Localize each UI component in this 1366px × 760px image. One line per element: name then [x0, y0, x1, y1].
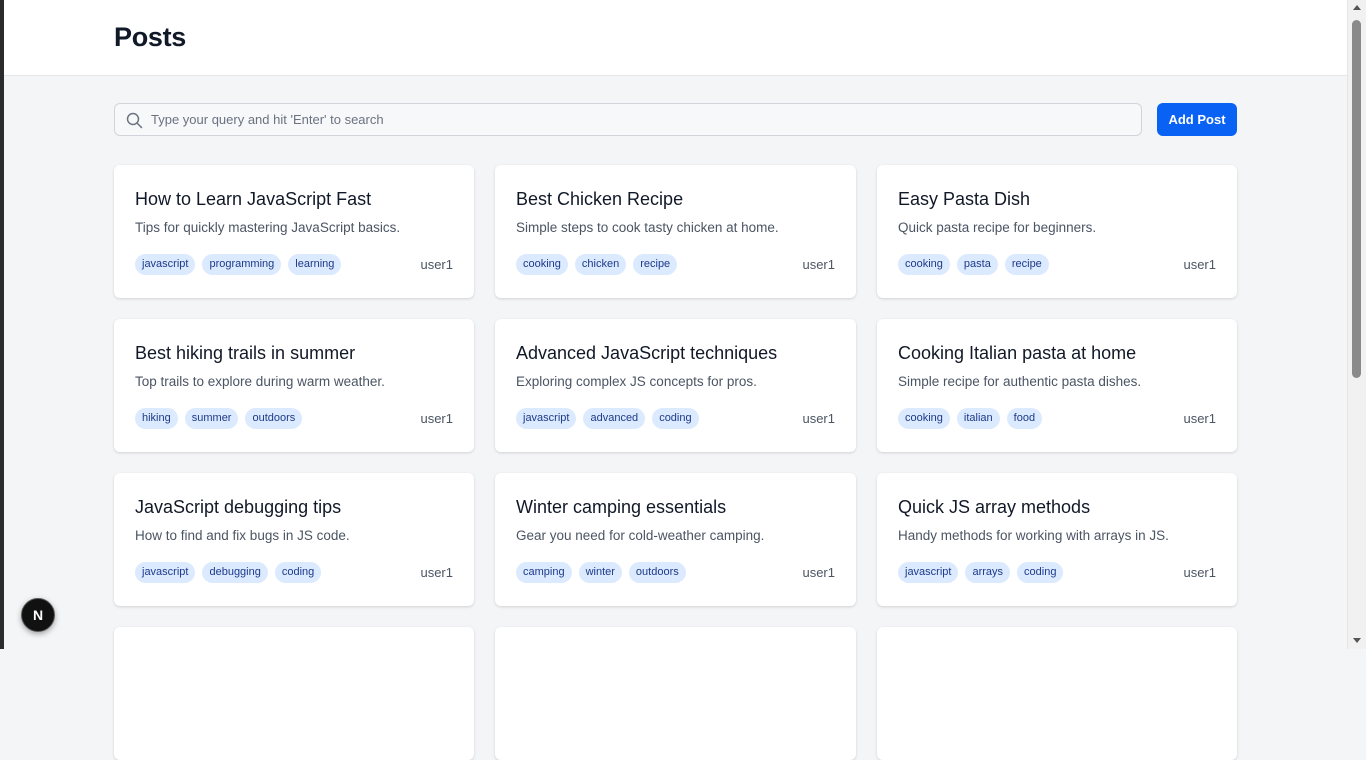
post-card[interactable]: JavaScript debugging tips How to find and… — [114, 473, 474, 606]
tag-chip[interactable]: chicken — [574, 254, 627, 275]
tag-chip[interactable]: javascript — [898, 562, 959, 583]
tag-chip[interactable]: outdoors — [245, 408, 303, 429]
tag-chip[interactable]: debugging — [202, 562, 268, 583]
tag-chip[interactable]: food — [1006, 408, 1043, 429]
tag-chip[interactable]: cooking — [898, 254, 950, 275]
tag-chip[interactable]: outdoors — [628, 562, 686, 583]
post-description: Handy methods for working with arrays in… — [898, 528, 1169, 543]
tag-chip[interactable]: javascript — [135, 254, 196, 275]
tag-chip[interactable]: cooking — [898, 408, 950, 429]
post-title[interactable]: Advanced JavaScript techniques — [516, 341, 835, 365]
post-author: user1 — [420, 565, 453, 580]
tag-chip[interactable]: coding — [274, 562, 322, 583]
tag-chip[interactable]: advanced — [583, 408, 646, 429]
post-card[interactable]: Advanced JavaScript techniques Exploring … — [495, 319, 856, 452]
post-description: Top trails to explore during warm weathe… — [135, 374, 385, 389]
post-author: user1 — [1183, 257, 1216, 272]
tag-list: hiking summer outdoors — [135, 408, 303, 429]
tag-chip[interactable]: coding — [1017, 562, 1064, 583]
post-title[interactable]: Best hiking trails in summer — [135, 341, 453, 365]
tag-chip[interactable]: pasta — [956, 254, 998, 275]
post-footer: hiking summer outdoors user1 — [135, 408, 453, 429]
post-card[interactable]: How to Learn JavaScript Fast Tips for qui… — [114, 165, 474, 298]
post-card[interactable]: Best Chicken Recipe Simple steps to cook … — [495, 165, 856, 298]
post-card[interactable] — [495, 627, 856, 760]
vertical-scrollbar[interactable] — [1347, 0, 1366, 649]
post-footer: camping winter outdoors user1 — [516, 562, 835, 583]
tag-chip[interactable]: summer — [184, 408, 239, 429]
post-footer: cooking chicken recipe user1 — [516, 254, 835, 275]
tag-list: cooking italian food — [898, 408, 1043, 429]
post-description: How to find and fix bugs in JS code. — [135, 528, 350, 543]
tag-list: javascript advanced coding — [516, 408, 699, 429]
post-card[interactable]: Easy Pasta Dish Quick pasta recipe for be… — [877, 165, 1237, 298]
post-card[interactable]: Winter camping essentials Gear you need f… — [495, 473, 856, 606]
tag-chip[interactable]: javascript — [135, 562, 196, 583]
post-footer: javascript programming learning user1 — [135, 254, 453, 275]
page-title: Posts — [114, 22, 187, 52]
tag-chip[interactable]: javascript — [516, 408, 577, 429]
post-title[interactable]: JavaScript debugging tips — [135, 495, 453, 519]
post-title[interactable]: Quick JS array methods — [898, 495, 1216, 519]
post-card[interactable] — [877, 627, 1237, 760]
post-author: user1 — [802, 565, 835, 580]
post-card[interactable]: Best hiking trails in summer Top trails t… — [114, 319, 474, 452]
post-title[interactable]: How to Learn JavaScript Fast — [135, 187, 453, 211]
add-post-button[interactable]: Add Post — [1157, 103, 1237, 136]
tag-chip[interactable]: recipe — [1004, 254, 1049, 275]
page-header: Posts — [4, 0, 1347, 76]
post-author: user1 — [1183, 565, 1216, 580]
search-box[interactable] — [114, 103, 1142, 136]
post-description: Tips for quickly mastering JavaScript ba… — [135, 220, 401, 235]
post-card[interactable] — [114, 627, 474, 760]
tag-chip[interactable]: camping — [516, 562, 572, 583]
post-description: Simple recipe for authentic pasta dishes… — [898, 374, 1142, 389]
scroll-down-arrow-icon[interactable] — [1353, 638, 1361, 643]
nextjs-dev-tools-button[interactable]: N — [21, 598, 55, 632]
post-card[interactable]: Cooking Italian pasta at home Simple reci… — [877, 319, 1237, 452]
post-description: Quick pasta recipe for beginners. — [898, 220, 1097, 235]
post-title[interactable]: Winter camping essentials — [516, 495, 835, 519]
post-footer: javascript arrays coding user1 — [898, 562, 1216, 583]
post-author: user1 — [802, 411, 835, 426]
search-input[interactable] — [151, 104, 1131, 135]
tag-list: cooking pasta recipe — [898, 254, 1049, 275]
post-title[interactable]: Cooking Italian pasta at home — [898, 341, 1216, 365]
tag-chip[interactable]: italian — [956, 408, 1000, 429]
scrollbar-thumb[interactable] — [1352, 20, 1361, 378]
tag-list: cooking chicken recipe — [516, 254, 678, 275]
post-footer: javascript advanced coding user1 — [516, 408, 835, 429]
tag-list: camping winter outdoors — [516, 562, 686, 583]
nextjs-logo-icon: N — [32, 607, 44, 623]
tag-chip[interactable]: programming — [202, 254, 282, 275]
post-title[interactable]: Best Chicken Recipe — [516, 187, 835, 211]
tag-chip[interactable]: cooking — [516, 254, 568, 275]
tag-chip[interactable]: arrays — [965, 562, 1011, 583]
post-footer: cooking italian food user1 — [898, 408, 1216, 429]
post-description: Exploring complex JS concepts for pros. — [516, 374, 757, 389]
tag-list: javascript arrays coding — [898, 562, 1064, 583]
tag-chip[interactable]: learning — [288, 254, 342, 275]
post-author: user1 — [1183, 411, 1216, 426]
tag-chip[interactable]: hiking — [135, 408, 178, 429]
search-icon — [126, 112, 143, 129]
tag-chip[interactable]: winter — [578, 562, 622, 583]
post-card[interactable]: Quick JS array methods Handy methods for … — [877, 473, 1237, 606]
toolbar: Add Post — [114, 103, 1237, 136]
post-footer: cooking pasta recipe user1 — [898, 254, 1216, 275]
post-author: user1 — [420, 257, 453, 272]
post-author: user1 — [802, 257, 835, 272]
post-author: user1 — [420, 411, 453, 426]
scroll-up-arrow-icon[interactable] — [1353, 5, 1361, 10]
post-grid: How to Learn JavaScript Fast Tips for qui… — [114, 165, 1237, 760]
post-footer: javascript debugging coding user1 — [135, 562, 453, 583]
window-edge — [0, 0, 4, 649]
tag-list: javascript programming learning — [135, 254, 342, 275]
tag-list: javascript debugging coding — [135, 562, 322, 583]
tag-chip[interactable]: recipe — [633, 254, 678, 275]
tag-chip[interactable]: coding — [652, 408, 699, 429]
post-title[interactable]: Easy Pasta Dish — [898, 187, 1216, 211]
post-description: Gear you need for cold-weather camping. — [516, 528, 765, 543]
post-description: Simple steps to cook tasty chicken at ho… — [516, 220, 779, 235]
